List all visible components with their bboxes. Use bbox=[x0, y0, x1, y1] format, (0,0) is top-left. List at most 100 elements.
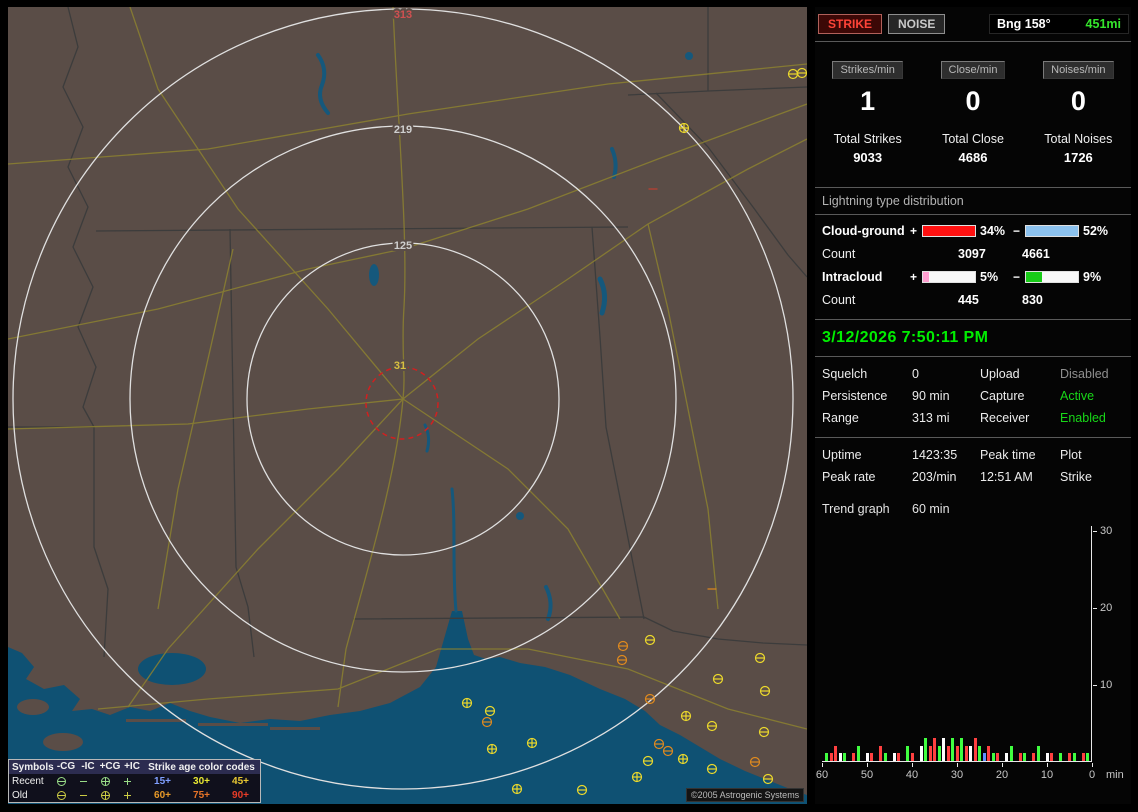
trend-bar bbox=[1023, 753, 1026, 761]
trend-bar bbox=[884, 753, 887, 761]
peak-time-label: Peak time bbox=[980, 448, 1060, 462]
status-grid: Uptime 1423:35 Peak time Plot Peak rate … bbox=[815, 438, 1131, 496]
trend-bar bbox=[843, 753, 846, 761]
cg-plus-bar-fill bbox=[923, 226, 975, 236]
trend-bar bbox=[960, 738, 963, 761]
trend-bar bbox=[969, 746, 972, 761]
lightning-type-distribution: Lightning type distribution Cloud-ground… bbox=[815, 188, 1131, 319]
age-code-60: 60+ bbox=[143, 790, 182, 801]
close-per-min-value: 0 bbox=[920, 86, 1025, 117]
squelch-label: Squelch bbox=[822, 367, 912, 381]
y-tick-mark bbox=[1093, 685, 1097, 686]
plot-value: Strike bbox=[1060, 470, 1131, 484]
x-tick-label: 30 bbox=[947, 769, 967, 781]
rate-stats: Strikes/min 1 Total Strikes 9033 Close/m… bbox=[815, 42, 1131, 187]
intracloud-row: Intracloud + 5% − 9% bbox=[815, 270, 1131, 284]
total-strikes-label: Total Strikes bbox=[815, 132, 920, 146]
total-close-label: Total Close bbox=[920, 132, 1025, 146]
trend-bar bbox=[906, 746, 909, 761]
trend-bar bbox=[978, 746, 981, 761]
range-label: Range bbox=[822, 411, 912, 425]
total-noises-value: 1726 bbox=[1026, 150, 1131, 165]
x-tick-label: 0 bbox=[1082, 769, 1102, 781]
range-ring-label: 125 bbox=[394, 240, 412, 252]
legend-symbols-header: Symbols bbox=[9, 762, 55, 773]
ic-minus-bar bbox=[1025, 271, 1079, 283]
trend-bar bbox=[897, 753, 900, 761]
age-code-45: 45+ bbox=[221, 776, 260, 787]
neg-ic-old-icon bbox=[77, 790, 99, 801]
age-code-75: 75+ bbox=[182, 790, 221, 801]
cloud-ground-label: Cloud-ground bbox=[822, 224, 910, 238]
trend-bar bbox=[924, 738, 927, 761]
total-close-value: 4686 bbox=[920, 150, 1025, 165]
trend-bar bbox=[938, 746, 941, 761]
plus-sign: + bbox=[910, 224, 922, 238]
trend-bar bbox=[834, 746, 837, 761]
noises-per-min-value: 0 bbox=[1026, 86, 1131, 117]
bearing-label: Bng 158° bbox=[997, 17, 1051, 31]
trend-bar bbox=[992, 753, 995, 761]
trend-bar bbox=[996, 753, 999, 761]
x-tick-label: 60 bbox=[815, 769, 832, 781]
trend-bar bbox=[893, 753, 896, 761]
trend-bar bbox=[1073, 753, 1076, 761]
y-tick-mark bbox=[1093, 531, 1097, 532]
neg-ic-recent-icon bbox=[77, 776, 99, 787]
trend-bar bbox=[911, 753, 914, 761]
receiver-status: Enabled bbox=[1060, 411, 1131, 425]
trend-bar bbox=[1010, 746, 1013, 761]
noises-stat-column: Noises/min 0 Total Noises 1726 bbox=[1026, 61, 1131, 165]
trend-bar bbox=[830, 753, 833, 761]
x-tick-mark bbox=[822, 763, 823, 767]
trend-bar bbox=[956, 746, 959, 761]
trend-graph: 3020106050403020100min bbox=[815, 518, 1131, 786]
strike-symbol-pc bbox=[513, 785, 522, 794]
age-code-15: 15+ bbox=[143, 776, 182, 787]
strike-button[interactable]: STRIKE bbox=[818, 14, 882, 34]
noise-button[interactable]: NOISE bbox=[888, 14, 945, 34]
x-axis-unit-label: min bbox=[1106, 769, 1124, 781]
age-code-30: 30+ bbox=[182, 776, 221, 787]
trend-bar bbox=[951, 738, 954, 761]
mode-toolbar: STRIKE NOISE Bng 158° 451mi bbox=[815, 7, 1131, 41]
x-tick-label: 10 bbox=[1037, 769, 1057, 781]
squelch-value: 0 bbox=[912, 367, 980, 381]
trend-bar bbox=[965, 746, 968, 761]
receiver-label: Receiver bbox=[980, 411, 1060, 425]
x-tick-label: 40 bbox=[902, 769, 922, 781]
intracloud-label: Intracloud bbox=[822, 270, 910, 284]
range-ring-label: 219 bbox=[394, 124, 412, 136]
ic-plus-bar-fill bbox=[923, 272, 929, 282]
cg-minus-bar-fill bbox=[1026, 226, 1078, 236]
trend-graph-header: Trend graph 60 min bbox=[815, 496, 1131, 516]
cg-minus-count: 4661 bbox=[1022, 247, 1050, 261]
lightning-map[interactable]: 31321912531 Symbols -CG -IC +CG +IC Stri… bbox=[8, 7, 807, 804]
close-per-min-chip[interactable]: Close/min bbox=[941, 61, 1006, 79]
legend-age-header: Strike age color codes bbox=[143, 762, 260, 773]
trend-bar bbox=[974, 738, 977, 761]
trend-bar bbox=[1086, 753, 1089, 761]
noises-per-min-chip[interactable]: Noises/min bbox=[1043, 61, 1113, 79]
y-tick-label: 10 bbox=[1100, 679, 1112, 691]
strikes-per-min-chip[interactable]: Strikes/min bbox=[832, 61, 902, 79]
x-tick-mark bbox=[1047, 763, 1048, 767]
range-ring-label: 313 bbox=[394, 9, 412, 21]
trend-bar bbox=[1059, 753, 1062, 761]
trend-bar bbox=[1068, 753, 1071, 761]
peak-rate-value: 203/min bbox=[912, 470, 980, 484]
plot-label: Plot bbox=[1060, 448, 1131, 462]
strikes-stat-column: Strikes/min 1 Total Strikes 9033 bbox=[815, 61, 920, 165]
ic-minus-pct: 9% bbox=[1083, 270, 1116, 284]
trend-bar bbox=[929, 746, 932, 761]
capture-label: Capture bbox=[980, 389, 1060, 403]
pos-cg-recent-icon bbox=[99, 776, 121, 787]
map-canvas: 31321912531 bbox=[8, 7, 807, 804]
nexstorm-window: 31321912531 Symbols -CG -IC +CG +IC Stri… bbox=[0, 0, 1138, 812]
trend-bar bbox=[1019, 753, 1022, 761]
neg-cg-old-icon bbox=[55, 790, 77, 801]
age-code-90: 90+ bbox=[221, 790, 260, 801]
trend-bar bbox=[870, 753, 873, 761]
count-label: Count bbox=[822, 247, 910, 261]
trend-bar bbox=[1032, 753, 1035, 761]
